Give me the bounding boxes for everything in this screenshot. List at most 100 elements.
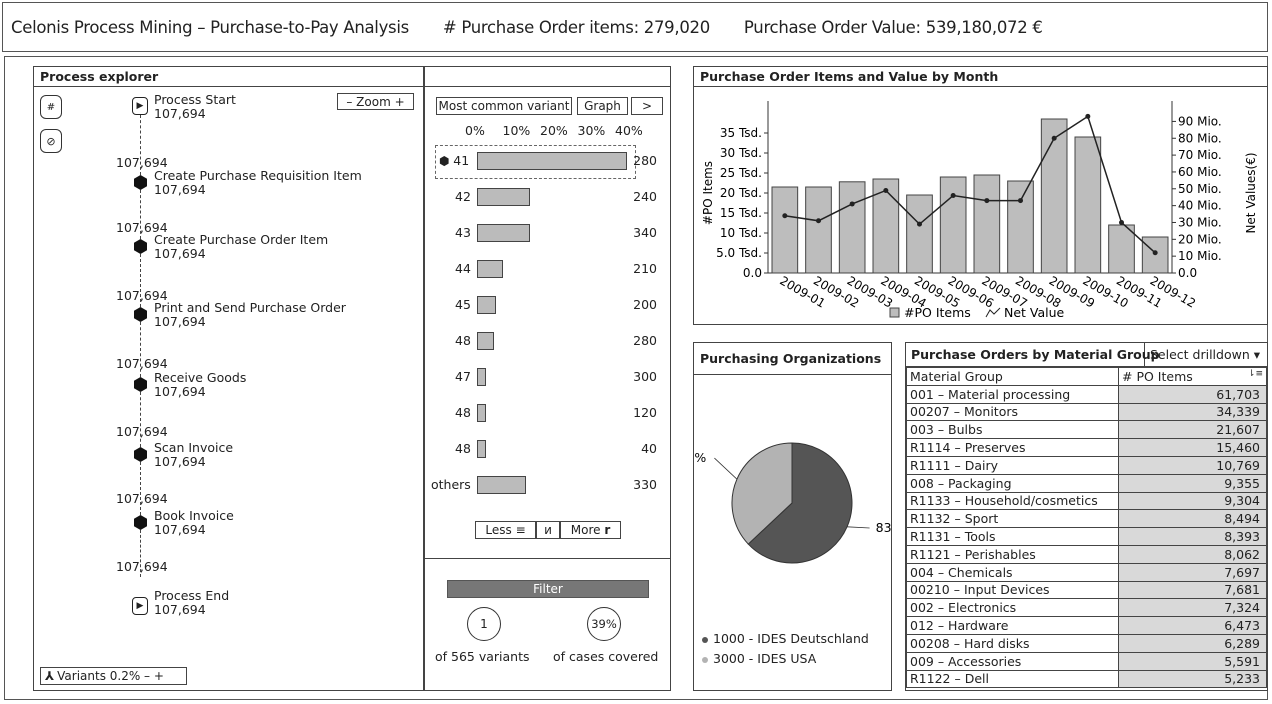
purchasing-org-title: Purchasing Organizations [694,343,891,375]
axis-tick: 0% [465,123,485,138]
activity-icon[interactable] [134,175,147,190]
table-row[interactable]: 00210 – Input Devices 7,681 [906,580,1267,600]
monthly-chart-panel: Purchase Order Items and Value by Month … [693,66,1268,325]
table-header: Material Group # PO Items ⇂≡ [906,367,1267,386]
material-group-cell: 00207 – Monitors [906,402,1119,422]
table-row[interactable]: 009 – Accessories 5,591 [906,651,1267,671]
variants-label: Variants 0.2% – + [57,669,164,683]
variant-row[interactable]: ⬢ 41 280 [425,151,669,171]
variant-value: 200 [633,297,657,312]
activity-node[interactable]: Print and Send Purchase Order 107,694 [154,301,346,329]
activity-icon[interactable] [134,239,147,254]
legend-dot [702,636,708,643]
activity-icon[interactable] [134,515,147,530]
divider [425,558,670,559]
table-row[interactable]: 002 – Electronics 7,324 [906,598,1267,618]
filter-button[interactable]: Filter [447,580,649,598]
table-row[interactable]: R1111 – Dairy 10,769 [906,455,1267,475]
variant-bar[interactable] [477,404,487,422]
table-row[interactable]: R1133 – Household/cosmetics 9,304 [906,491,1267,511]
table-row[interactable]: 00207 – Monitors 34,339 [906,402,1267,422]
table-row[interactable]: 008 – Packaging 9,355 [906,473,1267,493]
bar-mark [1007,180,1034,274]
variant-bar[interactable] [477,188,530,206]
graph-button[interactable]: Graph [577,97,628,115]
frequency-icon[interactable]: # [40,95,62,119]
activity-icon[interactable] [134,307,147,322]
bar-mark [1040,118,1068,274]
line-point [1119,219,1124,225]
variant-row[interactable]: 45 200 [425,295,669,315]
material-group-cell: 003 – Bulbs [906,420,1119,440]
zoom-control[interactable]: – Zoom + [337,93,414,110]
po-items-kpi: # Purchase Order items: 279,020 [442,17,710,37]
column-header-po-items[interactable]: # PO Items ⇂≡ [1118,367,1267,386]
activity-node[interactable]: Book Invoice 107,694 [154,509,234,537]
activity-node[interactable]: Scan Invoice 107,694 [154,441,233,469]
variants-count-circle: 1 [467,607,501,641]
table-row[interactable]: 004 – Chemicals 7,697 [906,562,1267,582]
variant-selector[interactable]: Most common variant [436,97,572,115]
variant-row[interactable]: 47 300 [425,367,669,387]
variant-bar[interactable] [477,224,530,242]
pie-slice-label: 37% [694,450,706,465]
variant-row[interactable]: 44 210 [425,259,669,279]
material-group-cell: R1111 – Dairy [906,455,1119,475]
filter-off-icon[interactable]: ⊘ [40,129,62,153]
table-row[interactable]: 003 – Bulbs 21,607 [906,420,1267,440]
table-row[interactable]: 012 – Hardware 6,473 [906,616,1267,635]
activity-icon[interactable] [134,447,147,462]
table-row[interactable]: R1132 – Sport 8,494 [906,509,1267,529]
activity-node[interactable]: Receive Goods 107,694 [154,371,246,399]
variant-value: 240 [633,189,657,204]
y-tick-label: 5.0 Tsd. [716,246,762,260]
variant-row[interactable]: others 330 [425,475,669,495]
variant-row[interactable]: 42 240 [425,187,669,207]
table-row[interactable]: R1122 – Dell 5,233 [906,669,1267,689]
activity-icon[interactable] [134,377,147,392]
po-items-cell: 8,062 [1118,544,1267,564]
po-items-cell: 10,769 [1118,455,1267,475]
activity-node[interactable]: Create Purchase Order Item 107,694 [154,233,328,261]
y2-tick-label: 90 Mio. [1178,114,1222,128]
variant-row[interactable]: 48 120 [425,403,669,423]
variant-bar[interactable] [477,476,526,494]
variant-row[interactable]: 48 280 [425,331,669,351]
column-header-material[interactable]: Material Group [906,367,1119,386]
sort-icon[interactable]: ⇂≡ [1248,369,1263,379]
variant-value: 210 [633,261,657,276]
process-end-node[interactable]: Process End 107,694 [154,589,229,617]
variant-bar[interactable] [477,368,487,386]
process-start-icon[interactable]: ▶ [132,97,148,115]
variant-bar[interactable] [477,260,504,278]
variant-bar[interactable] [477,152,627,170]
table-row[interactable]: R1121 – Perishables 8,062 [906,544,1267,564]
line-point [950,193,956,199]
drilldown-select[interactable]: Select drilldown ▾ [1145,343,1265,366]
process-end-icon[interactable]: ▶ [132,597,148,615]
variant-row[interactable]: 48 40 [425,439,669,459]
activity-node[interactable]: Create Purchase Requisition Item 107,694 [154,169,362,197]
bar-mark [1108,224,1135,274]
flow-edge [140,462,141,515]
table-row[interactable]: R1114 – Preserves 15,460 [906,438,1267,457]
monthly-chart-title: Purchase Order Items and Value by Month [694,67,1267,87]
axis-tick: 20% [540,123,568,138]
variants-slider[interactable]: ⅄ Variants 0.2% – + [40,667,187,685]
variant-row[interactable]: 43 340 [425,223,669,243]
variant-label: 42 [455,189,471,204]
table-row[interactable]: 00208 – Hard disks 6,289 [906,633,1267,653]
table-row[interactable]: 001 – Material processing 61,703 [906,384,1267,404]
variant-bar[interactable] [477,332,494,350]
process-start-node[interactable]: Process Start 107,694 [154,93,236,121]
variant-bar[interactable] [477,440,487,458]
po-items-cell: 9,304 [1118,491,1267,511]
next-button[interactable]: > [631,97,663,115]
table-row[interactable]: R1131 – Tools 8,393 [906,527,1267,546]
po-items-cell: 21,607 [1118,420,1267,440]
variant-bar[interactable] [477,296,496,314]
y-tick-label: 10 Tsd. [720,226,762,240]
toggle-button[interactable]: и [536,521,560,539]
more-button[interactable]: More r [560,521,621,539]
less-button[interactable]: Less ≡ [475,521,536,539]
